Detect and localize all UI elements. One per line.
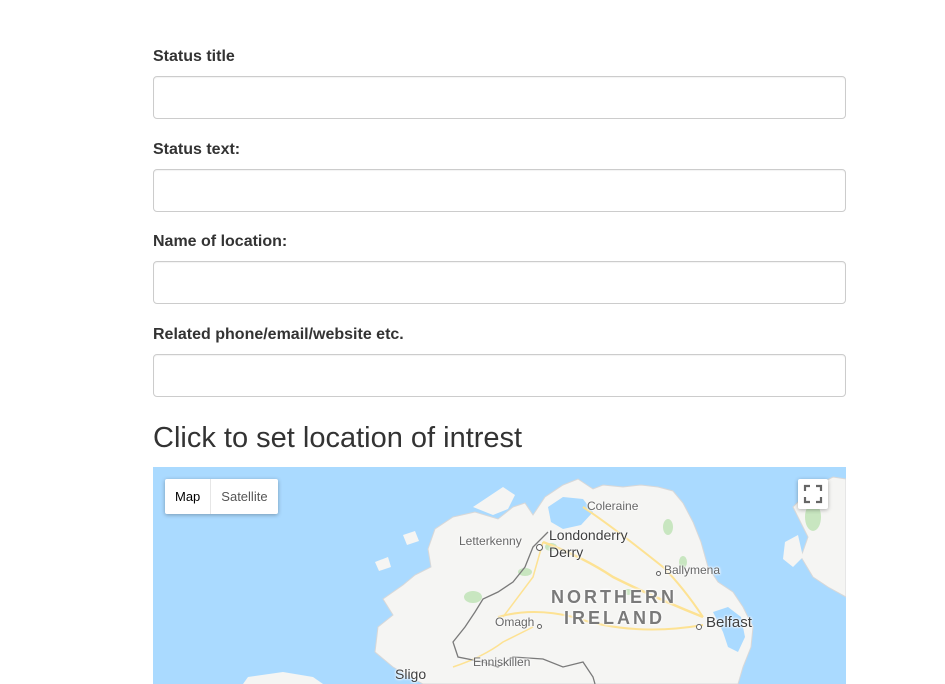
map-heading: Click to set location of intrest xyxy=(153,422,523,454)
omagh-dot-icon xyxy=(537,618,542,636)
location-name-input[interactable] xyxy=(153,261,846,304)
contact-info-label: Related phone/email/website etc. xyxy=(153,326,404,343)
status-text-group: Status text: xyxy=(153,140,846,212)
place-label-londonderry: Londonderry xyxy=(549,527,628,543)
map-type-control: Map Satellite xyxy=(165,479,278,514)
place-label-coleraine: Coleraine xyxy=(587,499,639,513)
status-title-group: Status title xyxy=(153,47,846,119)
place-label-omagh: Omagh xyxy=(495,615,535,629)
belfast-dot-icon xyxy=(696,618,702,636)
fullscreen-icon xyxy=(803,484,823,504)
fullscreen-button[interactable] xyxy=(798,479,828,509)
place-label-belfast: Belfast xyxy=(706,614,752,631)
map-type-satellite-button[interactable]: Satellite xyxy=(210,479,277,514)
status-text-input[interactable] xyxy=(153,169,846,212)
contact-info-input[interactable] xyxy=(153,354,846,397)
place-label-ballymena: Ballymena xyxy=(664,563,721,577)
location-name-group: Name of location: xyxy=(153,232,846,304)
londonderry-dot-icon xyxy=(536,539,543,557)
location-name-label: Name of location: xyxy=(153,233,288,250)
region-label-northern: NORTHERN xyxy=(551,587,677,607)
place-label-letterkenny: Letterkenny xyxy=(459,534,522,548)
status-title-label: Status title xyxy=(153,48,235,65)
place-label-sligo: Sligo xyxy=(395,666,427,682)
ballymena-dot-icon xyxy=(656,565,661,583)
map-type-map-button[interactable]: Map xyxy=(165,479,210,514)
place-label-enniskillen: Enniskillen xyxy=(473,655,531,669)
contact-info-group: Related phone/email/website etc. xyxy=(153,325,846,397)
status-title-input[interactable] xyxy=(153,76,846,119)
region-label-ireland: IRELAND xyxy=(564,608,665,628)
location-map[interactable]: Map Satellite Coleraine Letterkenny Lond… xyxy=(153,467,846,684)
status-text-label: Status text: xyxy=(153,141,241,158)
place-label-derry: Derry xyxy=(549,544,584,560)
